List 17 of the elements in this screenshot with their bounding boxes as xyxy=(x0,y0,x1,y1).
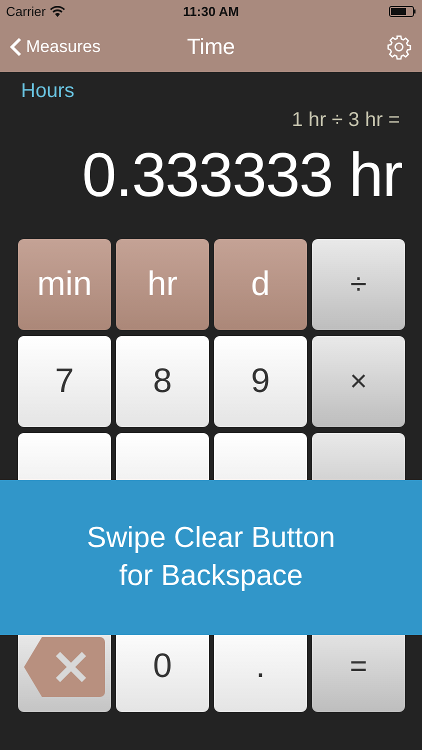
tip-text: Swipe Clear Button for Backspace xyxy=(86,520,336,594)
digit-key[interactable]: 8 xyxy=(116,336,209,427)
backspace-icon xyxy=(24,636,105,696)
clock-time: 11:30 AM xyxy=(183,4,239,18)
operator-key[interactable]: × xyxy=(312,336,405,427)
unit-label: Hours xyxy=(21,80,74,102)
expression-text: 1 hr ÷ 3 hr = xyxy=(292,109,400,131)
chevron-left-icon xyxy=(10,37,22,57)
result-value: 0.333333 hr xyxy=(82,141,402,210)
battery-icon xyxy=(388,6,416,16)
digit-key[interactable]: 9 xyxy=(214,336,307,427)
wifi-icon xyxy=(50,6,65,16)
settings-button[interactable] xyxy=(386,34,412,60)
operator-key[interactable]: ÷ xyxy=(312,239,405,330)
digit-key[interactable]: 7 xyxy=(18,336,111,427)
screen-title: Time xyxy=(186,34,236,59)
carrier-label: Carrier xyxy=(6,4,46,18)
